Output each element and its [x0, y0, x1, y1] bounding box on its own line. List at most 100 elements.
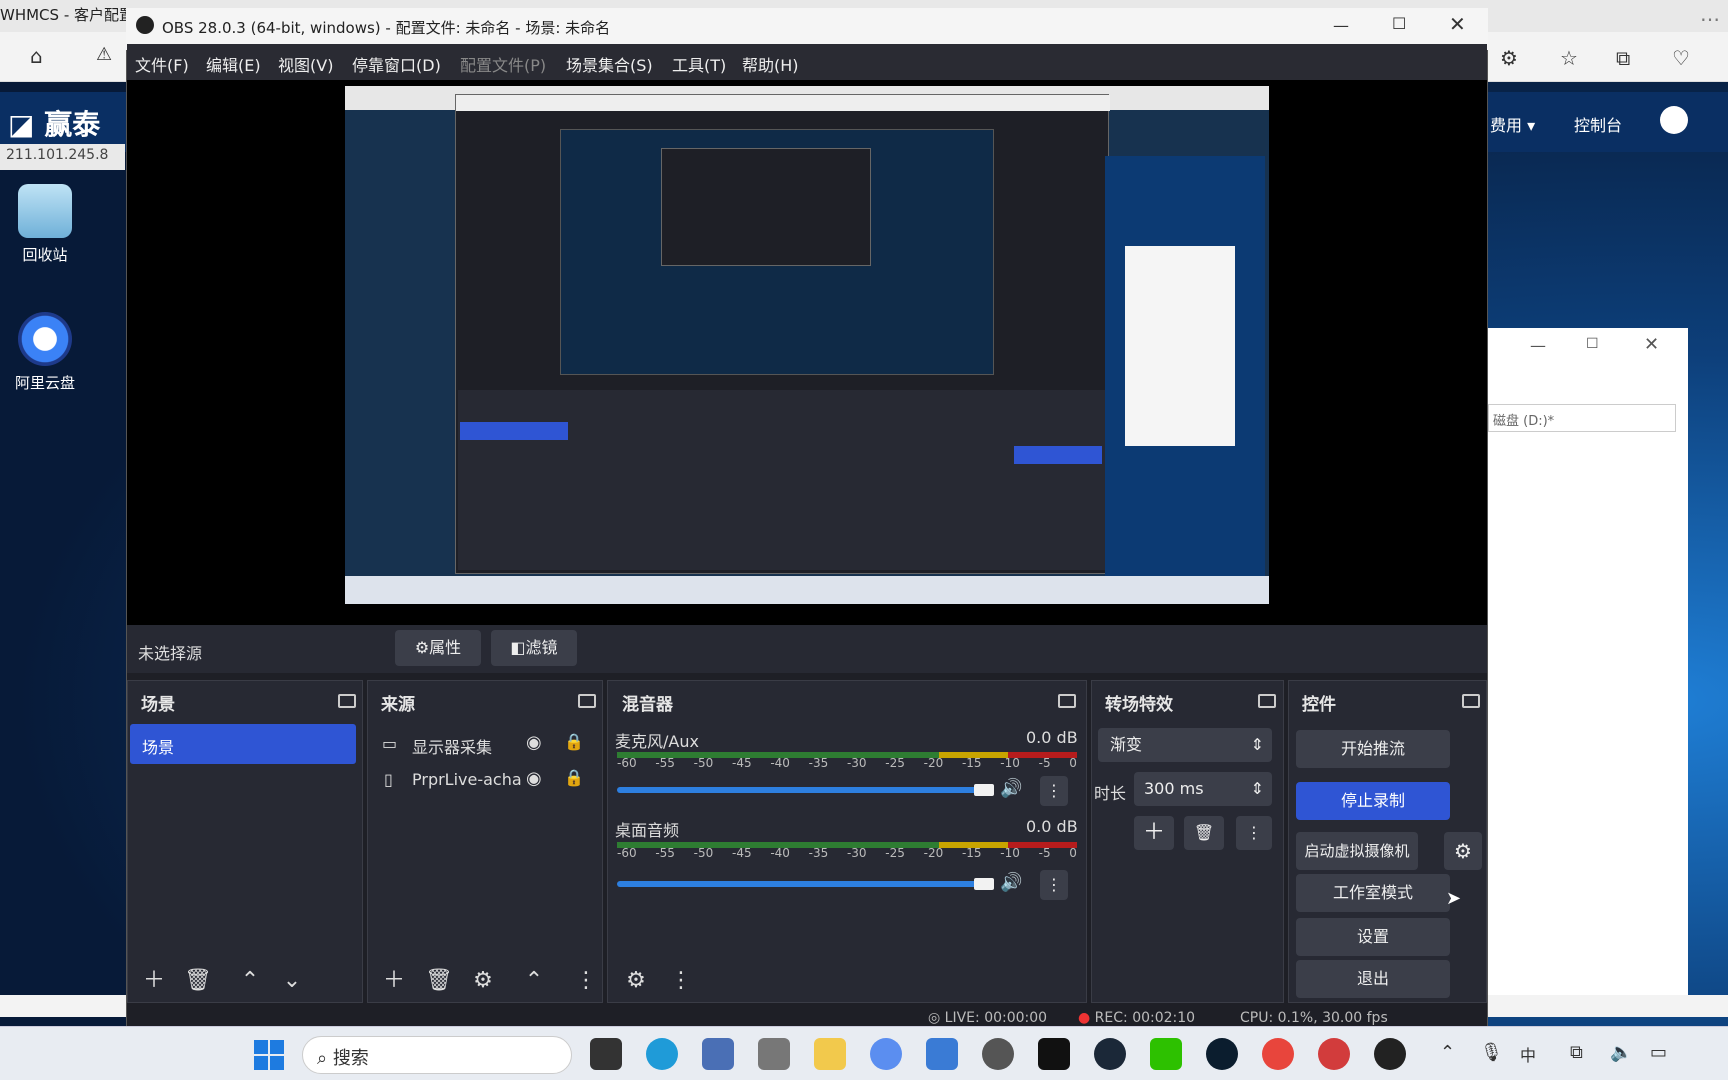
- explorer-search-input[interactable]: 磁盘 (D:)*: [1488, 404, 1676, 432]
- start-streaming-button[interactable]: 开始推流: [1296, 730, 1450, 768]
- studio-mode-button[interactable]: 工作室模式: [1296, 874, 1450, 912]
- desktop-icon-aliyun-drive[interactable]: 阿里云盘: [0, 312, 90, 393]
- undock-icon[interactable]: [1058, 694, 1076, 708]
- collections-icon[interactable]: ⧉: [1616, 46, 1630, 70]
- stop-recording-button[interactable]: 停止录制: [1296, 782, 1450, 820]
- volume-slider-handle[interactable]: [974, 878, 994, 890]
- close-icon[interactable]: ✕: [1644, 334, 1659, 355]
- menu-help[interactable]: 帮助(H): [742, 52, 799, 76]
- maximize-icon[interactable]: ☐: [1392, 14, 1406, 33]
- avatar[interactable]: [1660, 106, 1688, 134]
- app-icon[interactable]: [758, 1038, 790, 1070]
- undock-icon[interactable]: [1462, 694, 1480, 708]
- extensions-icon[interactable]: ⚙: [1500, 46, 1518, 70]
- exit-button[interactable]: 退出: [1296, 960, 1450, 998]
- more-icon[interactable]: …: [1700, 2, 1720, 26]
- chrome-icon[interactable]: [1262, 1038, 1294, 1070]
- notion-icon[interactable]: [1038, 1038, 1070, 1070]
- app-icon[interactable]: [926, 1038, 958, 1070]
- menu-view[interactable]: 视图(V): [278, 52, 333, 76]
- virtual-camera-gear-icon[interactable]: ⚙: [1444, 832, 1482, 870]
- close-icon[interactable]: ✕: [1449, 12, 1466, 36]
- warning-icon[interactable]: ⚠: [96, 44, 112, 65]
- menu-file[interactable]: 文件(F): [135, 52, 189, 76]
- lock-icon[interactable]: 🔒: [564, 768, 584, 787]
- heart-icon[interactable]: ♡: [1672, 46, 1690, 70]
- menu-docks[interactable]: 停靠窗口(D): [352, 52, 441, 76]
- undock-icon[interactable]: [338, 694, 356, 708]
- more-options-icon[interactable]: ⋮: [1236, 816, 1272, 850]
- minimize-icon[interactable]: —: [1333, 16, 1349, 35]
- menu-edit[interactable]: 编辑(E): [206, 52, 261, 76]
- browser-tab-title[interactable]: WHMCS - 客户配置: [0, 4, 134, 25]
- duration-spinbox[interactable]: 300 ms ⇕: [1134, 772, 1272, 806]
- volume-slider[interactable]: [617, 787, 985, 793]
- source-properties-gear-icon[interactable]: ⚙: [467, 965, 499, 997]
- app-icon[interactable]: [982, 1038, 1014, 1070]
- chevron-up-icon[interactable]: ⌃: [1440, 1042, 1455, 1063]
- speaker-icon[interactable]: 🔊: [1000, 778, 1022, 799]
- minimize-icon[interactable]: —: [1530, 336, 1546, 355]
- volume-slider[interactable]: [617, 881, 985, 887]
- obs-taskbar-icon[interactable]: [1374, 1038, 1406, 1070]
- nav-fees[interactable]: 费用 ▾: [1490, 112, 1535, 136]
- undock-icon[interactable]: [578, 694, 596, 708]
- source-item[interactable]: ▯ PrprLive-acha ◉ 🔒: [380, 766, 596, 796]
- source-item[interactable]: ▭ 显示器采集 ◉ 🔒: [380, 730, 596, 760]
- desktop-icon-recycle-bin[interactable]: 回收站: [0, 184, 90, 265]
- duration-value: 300 ms: [1144, 779, 1204, 798]
- netease-music-icon[interactable]: [1318, 1038, 1350, 1070]
- menu-scene-collection[interactable]: 场景集合(S): [566, 52, 653, 76]
- remove-transition-icon[interactable]: 🗑: [1184, 816, 1224, 850]
- settings-button[interactable]: 设置: [1296, 918, 1450, 956]
- taskbar-search-input[interactable]: ⌕ 搜索: [302, 1036, 572, 1074]
- app-icon[interactable]: [702, 1038, 734, 1070]
- transition-select[interactable]: 渐变 ⇕: [1098, 728, 1272, 762]
- menu-profile[interactable]: 配置文件(P): [460, 52, 546, 76]
- menu-tools[interactable]: 工具(T): [672, 52, 726, 76]
- start-windows-icon[interactable]: [254, 1040, 284, 1070]
- scene-item[interactable]: 场景: [130, 724, 356, 764]
- visibility-eye-icon[interactable]: ◉: [526, 768, 542, 789]
- remove-scene-icon[interactable]: 🗑: [182, 965, 214, 997]
- filters-button[interactable]: ◧滤镜: [491, 630, 577, 666]
- start-tile: [254, 1040, 268, 1054]
- network-icon[interactable]: ⧉: [1570, 1042, 1583, 1063]
- more-options-icon[interactable]: ⋮: [1040, 776, 1068, 806]
- home-icon[interactable]: ⌂: [30, 44, 43, 68]
- volume-slider-handle[interactable]: [974, 784, 994, 796]
- properties-button[interactable]: ⚙属性: [395, 630, 481, 666]
- maximize-icon[interactable]: ☐: [1586, 336, 1599, 352]
- edge-browser-icon[interactable]: [646, 1038, 678, 1070]
- move-up-icon[interactable]: ⌃: [518, 965, 550, 997]
- lock-icon[interactable]: 🔒: [564, 732, 584, 751]
- wechat-icon[interactable]: [1150, 1038, 1182, 1070]
- visibility-eye-icon[interactable]: ◉: [526, 732, 542, 753]
- add-source-icon[interactable]: ＋: [378, 965, 410, 997]
- move-down-icon[interactable]: ⌄: [276, 965, 308, 997]
- remove-source-icon[interactable]: 🗑: [423, 965, 455, 997]
- start-virtual-camera-button[interactable]: 启动虚拟摄像机: [1296, 832, 1418, 870]
- app-icon[interactable]: [870, 1038, 902, 1070]
- battery-icon[interactable]: ▭: [1650, 1042, 1667, 1063]
- more-options-icon[interactable]: ⋮: [670, 965, 692, 997]
- ime-icon[interactable]: 中: [1520, 1042, 1536, 1066]
- nav-console[interactable]: 控制台: [1574, 112, 1622, 136]
- speaker-icon[interactable]: 🔊: [1000, 872, 1022, 893]
- site-logo[interactable]: ◪ 赢泰: [8, 103, 100, 143]
- favorites-icon[interactable]: ☆: [1560, 46, 1578, 70]
- advanced-audio-gear-icon[interactable]: ⚙: [620, 965, 652, 997]
- ip-address: 211.101.245.8: [0, 144, 125, 170]
- move-up-icon[interactable]: ⌃: [234, 965, 266, 997]
- app-icon[interactable]: [1206, 1038, 1238, 1070]
- microphone-icon[interactable]: 🎙: [1480, 1042, 1503, 1063]
- task-view-icon[interactable]: [590, 1038, 622, 1070]
- steam-icon[interactable]: [1094, 1038, 1126, 1070]
- file-explorer-icon[interactable]: [814, 1038, 846, 1070]
- more-options-icon[interactable]: ⋮: [575, 965, 597, 997]
- volume-icon[interactable]: 🔈: [1610, 1042, 1632, 1063]
- more-options-icon[interactable]: ⋮: [1040, 870, 1068, 900]
- add-transition-icon[interactable]: ＋: [1134, 816, 1174, 850]
- undock-icon[interactable]: [1258, 694, 1276, 708]
- add-scene-icon[interactable]: ＋: [138, 965, 170, 997]
